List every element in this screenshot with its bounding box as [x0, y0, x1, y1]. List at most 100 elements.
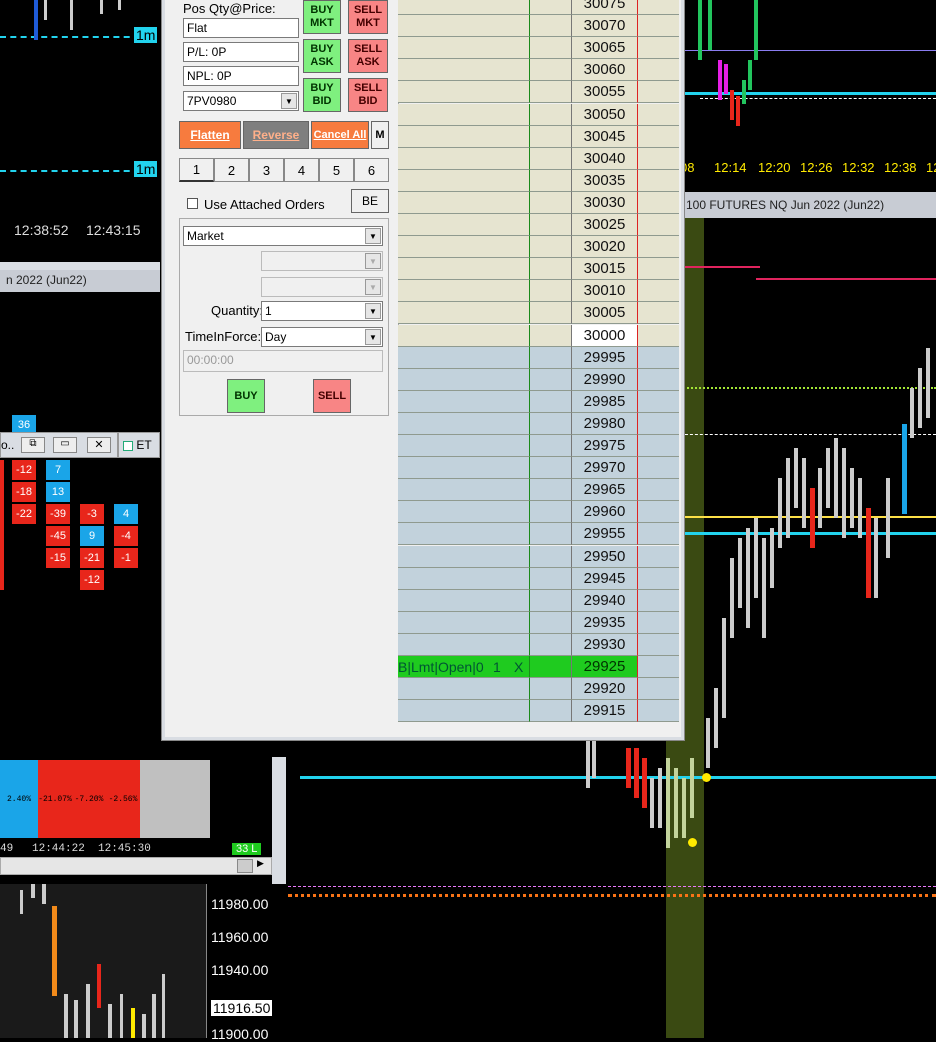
bid-cell[interactable]: [529, 479, 571, 502]
ask-cell[interactable]: [637, 236, 679, 259]
price-cell[interactable]: 29915: [571, 700, 637, 723]
bid-cell[interactable]: [529, 457, 571, 480]
ladder-row[interactable]: 30005: [398, 302, 682, 325]
price-cell[interactable]: 29985: [571, 390, 637, 413]
ask-cell[interactable]: [637, 479, 679, 502]
ask-cell[interactable]: [637, 37, 679, 60]
bid-cell[interactable]: [529, 523, 571, 546]
m-button[interactable]: M: [371, 121, 389, 149]
price-cell[interactable]: 30045: [571, 125, 637, 148]
ladder-row[interactable]: 30060: [398, 59, 682, 82]
tab-3[interactable]: 3: [249, 158, 284, 182]
ask-cell[interactable]: [637, 147, 679, 170]
price-cell[interactable]: 29995: [571, 346, 637, 369]
order-cell[interactable]: [398, 412, 529, 435]
order-cell[interactable]: [398, 0, 529, 15]
price-cell[interactable]: 29930: [571, 633, 637, 656]
price-cell[interactable]: 30035: [571, 169, 637, 192]
order-cell[interactable]: [398, 191, 529, 214]
buy-mkt-button[interactable]: BUY MKT: [303, 0, 341, 34]
bid-cell[interactable]: [529, 368, 571, 391]
ask-cell[interactable]: [637, 435, 679, 457]
ask-cell[interactable]: [637, 302, 679, 325]
bid-cell[interactable]: [529, 258, 571, 281]
bid-cell[interactable]: [529, 633, 571, 656]
order-cell[interactable]: [398, 611, 529, 634]
ladder-row[interactable]: 29915: [398, 700, 682, 723]
bid-cell[interactable]: [529, 589, 571, 612]
scroll-right-icon[interactable]: ▶: [257, 858, 264, 869]
ladder-row[interactable]: B|Lmt|Open|0 1 X 29925: [398, 656, 682, 678]
bid-cell[interactable]: [529, 545, 571, 568]
order-cell[interactable]: [398, 169, 529, 192]
close-icon[interactable]: ✕: [87, 437, 111, 453]
price-cell[interactable]: 30000: [571, 324, 637, 347]
price-cell[interactable]: 29980: [571, 412, 637, 435]
order-cell[interactable]: [398, 589, 529, 612]
sell-bid-button[interactable]: SELL BID: [348, 78, 388, 112]
price-cell[interactable]: 29965: [571, 479, 637, 502]
price-cell[interactable]: 29975: [571, 435, 637, 457]
ladder-row[interactable]: 29980: [398, 412, 682, 435]
ask-cell[interactable]: [637, 368, 679, 391]
cancel-order-icon[interactable]: X: [514, 656, 523, 678]
ladder-row[interactable]: 29950: [398, 545, 682, 568]
ladder-row[interactable]: 30055: [398, 81, 682, 104]
order-cell[interactable]: [398, 125, 529, 148]
flatten-button[interactable]: Flatten: [179, 121, 241, 149]
order-cell[interactable]: [398, 678, 529, 701]
price-cell[interactable]: 30010: [571, 280, 637, 303]
price-cell[interactable]: 29940: [571, 589, 637, 612]
order-cell[interactable]: [398, 346, 529, 369]
ask-cell[interactable]: [637, 214, 679, 236]
ladder-row[interactable]: 30065: [398, 37, 682, 60]
ask-cell[interactable]: [637, 59, 679, 82]
ladder-row[interactable]: 29965: [398, 479, 682, 502]
ladder-row[interactable]: 29920: [398, 678, 682, 701]
ask-cell[interactable]: [637, 103, 679, 126]
order-cell[interactable]: [398, 457, 529, 480]
cancel-all-button[interactable]: Cancel All: [311, 121, 369, 149]
tab-5[interactable]: 5: [319, 158, 354, 182]
order-cell[interactable]: [398, 324, 529, 347]
chevron-down-icon[interactable]: ▼: [365, 228, 381, 244]
ladder-row[interactable]: 30035: [398, 169, 682, 192]
ask-cell[interactable]: [637, 125, 679, 148]
ask-cell[interactable]: [637, 545, 679, 568]
tab-4[interactable]: 4: [284, 158, 319, 182]
order-cell[interactable]: [398, 523, 529, 546]
price-cell[interactable]: 29935: [571, 611, 637, 634]
working-order-label[interactable]: B|Lmt|Open|0: [398, 656, 484, 678]
bid-cell[interactable]: [529, 236, 571, 259]
bid-cell[interactable]: [529, 0, 571, 15]
tab-2[interactable]: 2: [214, 158, 249, 182]
minimized-window[interactable]: o.. ⧉ ▭ ✕: [0, 432, 118, 458]
sell-ask-button[interactable]: SELL ASK: [348, 39, 388, 73]
bid-cell[interactable]: [529, 346, 571, 369]
price-cell[interactable]: 29960: [571, 501, 637, 524]
price-cell[interactable]: 30015: [571, 258, 637, 281]
ladder-row[interactable]: 29990: [398, 368, 682, 391]
ask-cell[interactable]: [637, 0, 679, 15]
ladder-row[interactable]: 29955: [398, 523, 682, 546]
ladder-row[interactable]: 29960: [398, 501, 682, 524]
bid-cell[interactable]: [529, 169, 571, 192]
ask-cell[interactable]: [637, 280, 679, 303]
order-cell[interactable]: [398, 479, 529, 502]
maximize-icon[interactable]: ▭: [53, 437, 77, 453]
bid-cell[interactable]: [529, 125, 571, 148]
order-cell[interactable]: [398, 236, 529, 259]
price-cell[interactable]: 30075: [571, 0, 637, 15]
bid-cell[interactable]: [529, 700, 571, 723]
tab-et[interactable]: ET: [118, 432, 160, 458]
ask-cell[interactable]: [637, 633, 679, 656]
bottom-left-chart[interactable]: 11980.00 11960.00 11940.00 11916.50 1190…: [0, 884, 286, 1042]
ladder-row[interactable]: 30050: [398, 103, 682, 126]
ask-cell[interactable]: [637, 567, 679, 590]
horizontal-scrollbar[interactable]: ▶: [0, 857, 272, 875]
bid-cell[interactable]: [529, 191, 571, 214]
price-cell[interactable]: 29990: [571, 368, 637, 391]
ask-cell[interactable]: [637, 412, 679, 435]
price-cell[interactable]: 29920: [571, 678, 637, 701]
account-select[interactable]: 7PV0980 ▼: [183, 91, 299, 111]
